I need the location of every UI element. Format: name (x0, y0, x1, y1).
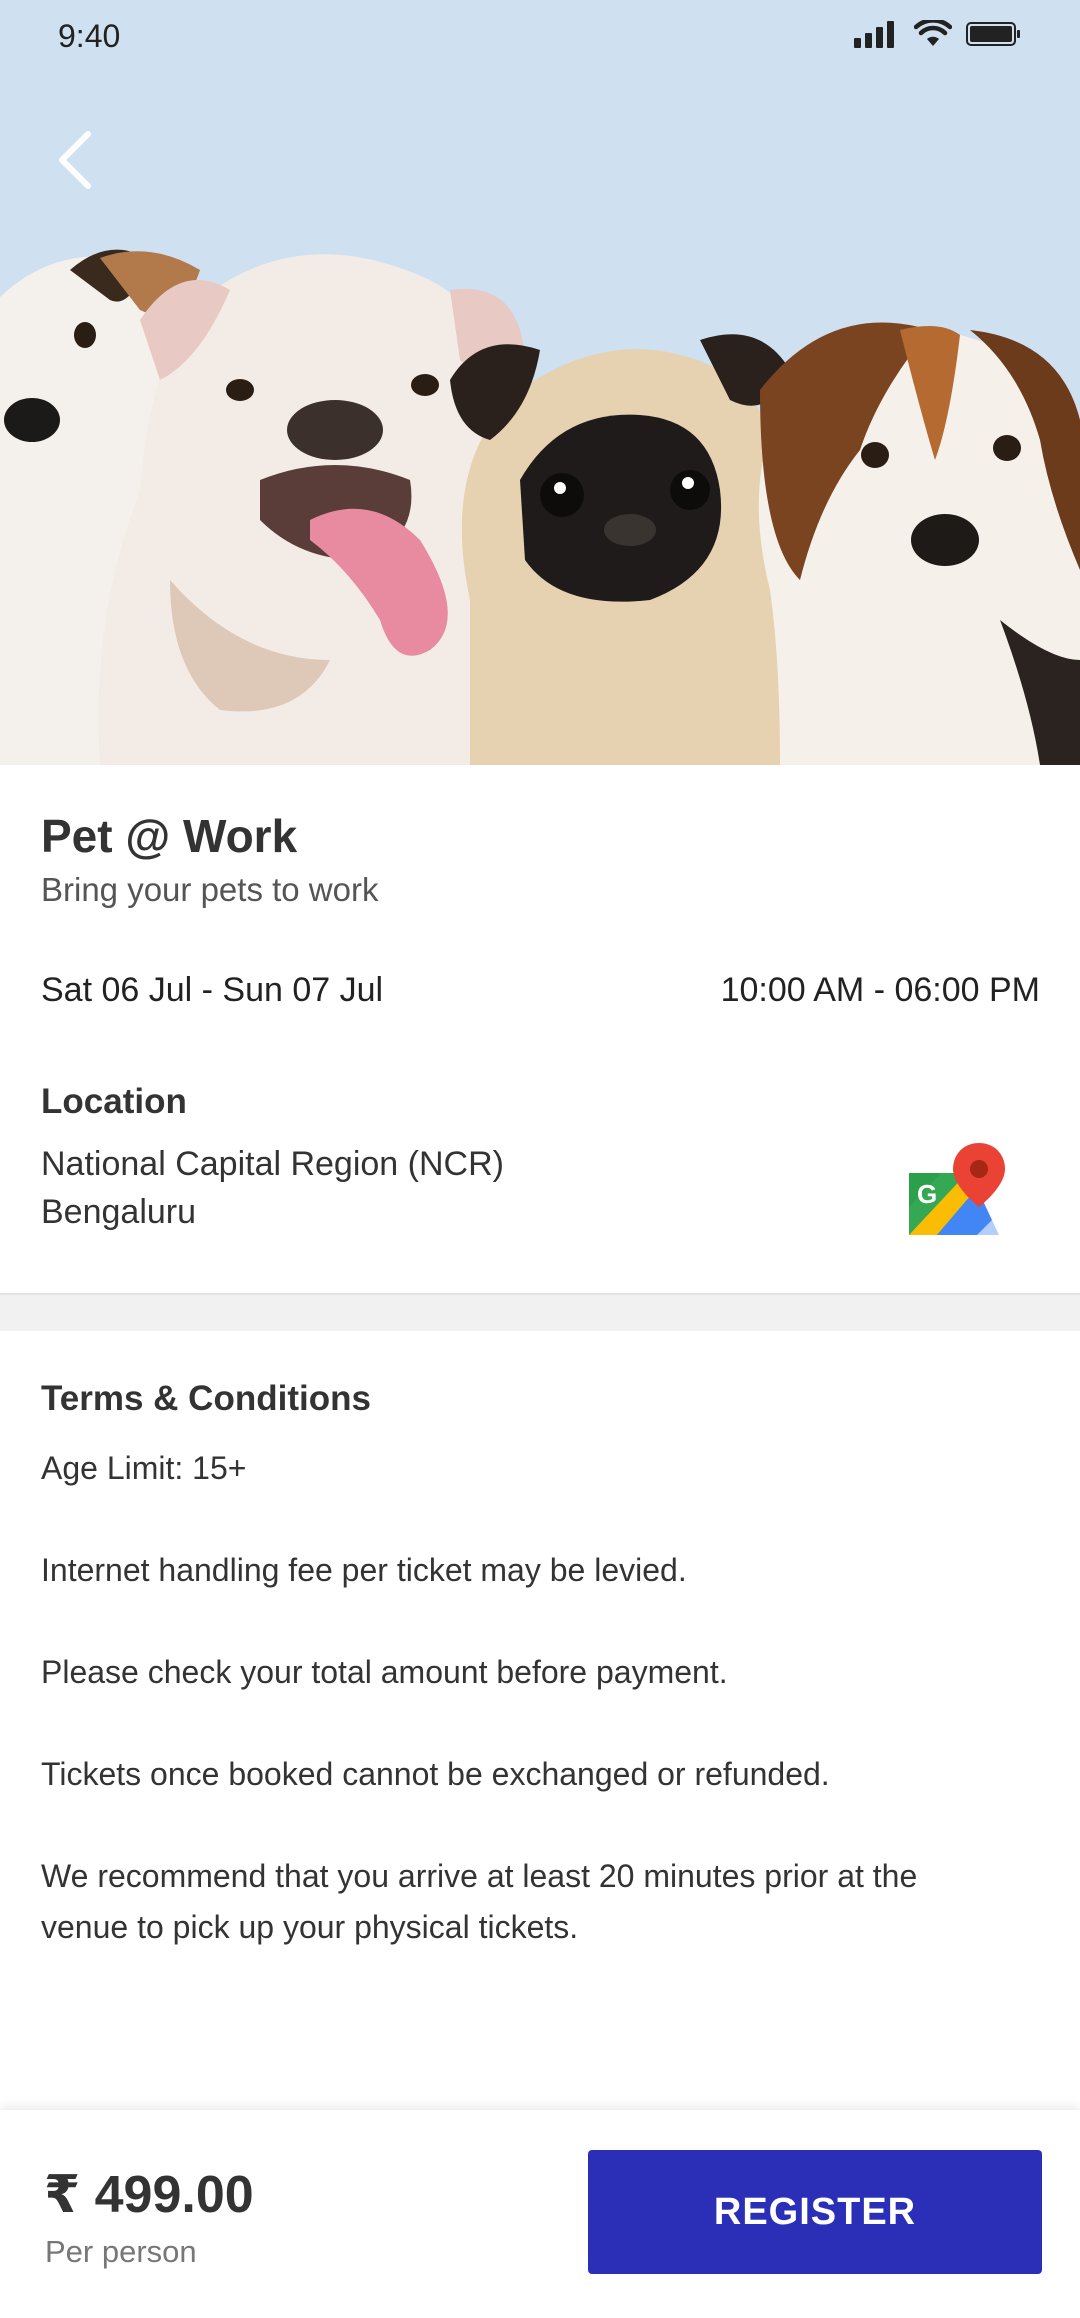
terms-item: Please check your total amount before pa… (41, 1654, 728, 1690)
status-bar: 9:40 (0, 0, 1080, 72)
terms-item: Age Limit: 15+ (41, 1450, 247, 1486)
checkout-bar: ₹ 499.00 Per person REGISTER (0, 2110, 1080, 2318)
terms-section: Terms & Conditions Age Limit: 15+ Intern… (0, 1331, 1080, 2111)
terms-item: Tickets once booked cannot be exchanged … (41, 1756, 830, 1792)
location-city: Bengaluru (41, 1193, 197, 1231)
dog-pug (450, 334, 800, 765)
back-chevron-icon[interactable] (50, 128, 98, 192)
ticket-price: ₹ 499.00 (44, 2166, 254, 2224)
svg-text:G: G (917, 1179, 937, 1209)
event-info-card: Pet @ Work Bring your pets to work Sat 0… (0, 765, 1080, 1293)
dogs-photo (0, 249, 1080, 765)
google-maps-icon[interactable]: G (907, 1143, 1005, 1243)
dog-bulldog (98, 254, 525, 765)
price-note: Per person (45, 2234, 197, 2269)
section-divider (0, 1293, 1080, 1331)
location-region: National Capital Region (NCR) (41, 1145, 504, 1183)
terms-item: We recommend that you arrive at least 20… (41, 1858, 918, 1945)
event-date-range: Sat 06 Jul - Sun 07 Jul (41, 971, 384, 1009)
battery-icon (966, 22, 1020, 46)
event-time-range: 10:00 AM - 06:00 PM (720, 971, 1040, 1009)
status-time: 9:40 (58, 18, 121, 54)
location-label: Location (41, 1082, 187, 1121)
event-title: Pet @ Work (41, 810, 298, 862)
wifi-icon (914, 20, 952, 46)
event-subtitle: Bring your pets to work (41, 871, 379, 908)
terms-title: Terms & Conditions (41, 1379, 371, 1418)
signal-icon (854, 21, 894, 48)
status-icons (854, 20, 1022, 48)
terms-item: Internet handling fee per ticket may be … (41, 1552, 687, 1588)
hero-banner: 9:40 (0, 0, 1080, 765)
register-button[interactable]: REGISTER (588, 2150, 1042, 2274)
dog-beagle (758, 322, 1080, 765)
